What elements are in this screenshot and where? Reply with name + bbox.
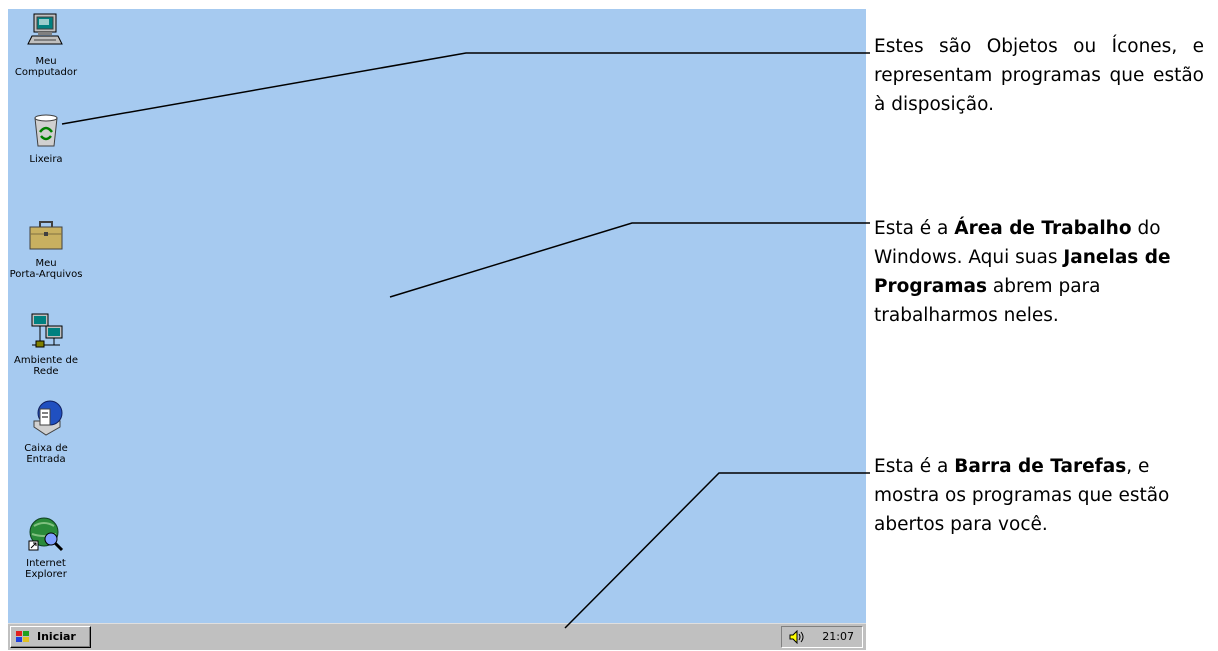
- annotation-bold: Barra de Tarefas: [954, 456, 1127, 477]
- callout-line-icons: [61, 52, 870, 125]
- annotation-text: Estes são Objetos ou Ícones, e represent…: [874, 36, 1204, 115]
- annotation-text: Esta é a: [874, 456, 955, 477]
- annotation-desktop: Esta é a Área de Trabalho do Windows. Aq…: [874, 214, 1204, 330]
- annotation-text: Esta é a: [874, 218, 955, 239]
- callout-line-taskbar: [564, 472, 870, 629]
- annotation-icons: Estes são Objetos ou Ícones, e represent…: [874, 32, 1204, 119]
- callout-line-desktop: [389, 222, 870, 298]
- annotation-bold: Área de Trabalho: [954, 218, 1132, 239]
- annotation-taskbar: Esta é a Barra de Tarefas, e mostra os p…: [874, 452, 1204, 539]
